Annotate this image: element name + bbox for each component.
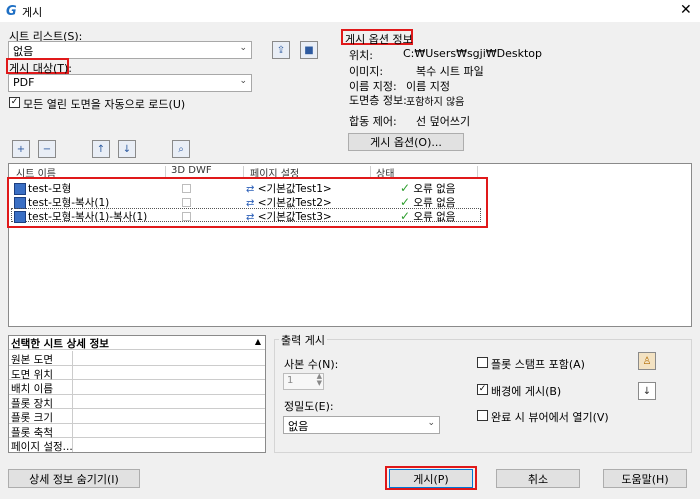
table-row[interactable]: test-모형-복사(1) [14,195,109,209]
3d-dwf-checkbox[interactable] [182,212,191,221]
open-viewer-checkbox[interactable] [477,410,488,421]
status-cell: ✓ 오류 없음 [400,195,455,209]
move-down-icon[interactable]: ↓ [118,140,136,158]
page-setup-cell[interactable]: ⇄ <기본값Test2> [246,195,332,209]
sheet-name: test-모형-복사(1)-복사(1) [28,211,148,223]
window-title: 게시 [22,6,43,19]
detail-row: 플롯 장치 [9,394,265,410]
load-sheet-list-icon[interactable]: ⇪ [272,41,290,59]
options-image-key: 이미지: [349,65,384,78]
status-value: 오류 없음 [413,211,456,223]
precision-label: 정밀도(E): [284,400,334,413]
table-row[interactable]: test-모형 [14,181,71,195]
options-layer-key: 도면층 정보: [349,94,407,107]
download-icon[interactable]: ↓ [638,382,656,400]
stepper-arrows-icon[interactable]: ▲ ▼ [317,373,322,387]
detail-divider [72,423,73,438]
publish-options-button[interactable]: 게시 옵션(O)... [348,133,464,151]
status-cell: ✓ 오류 없음 [400,209,455,223]
auto-load-checkbox[interactable]: ✓ [9,97,20,108]
title-bar [0,0,700,22]
preview-icon[interactable]: ⌕ [172,140,190,158]
sheet-list-value: 없음 [13,45,34,58]
move-up-icon[interactable]: ↑ [92,140,110,158]
background-publish-checkbox[interactable]: ✓ [477,384,488,395]
options-layer-value: 포함하지 않음 [406,97,465,108]
page-setup-value: <기본값Test1> [257,183,332,195]
options-naming-value: 이름 지정 [406,80,450,93]
detail-row[interactable]: 페이지 설정... [9,438,265,453]
open-viewer-label: 완료 시 뷰어에서 열기(V) [491,411,609,424]
table-row[interactable]: test-모형-복사(1)-복사(1) [14,209,147,223]
sheet-detail-title-text: 선택한 시트 상세 정보 [11,338,109,350]
publish-button[interactable]: 게시(P) [389,469,473,488]
precision-value: 없음 [288,420,309,433]
detail-row: 플롯 축척 [9,423,265,439]
options-location-key: 위치: [349,49,373,62]
sheet-detail-title[interactable]: 선택한 시트 상세 정보 ▲ [9,336,265,350]
detail-divider [72,351,73,365]
plot-stamp-checkbox[interactable] [477,357,488,368]
options-info-title: 게시 옵션 정보 [345,33,413,46]
background-publish-label: 배경에 게시(B) [491,385,562,398]
copies-label: 사본 수(N): [284,358,339,371]
status-cell: ✓ 오류 없음 [400,181,455,195]
detail-divider [72,438,73,452]
help-button[interactable]: 도움말(H) [603,469,687,488]
checkmark-icon: ✓ [400,209,411,223]
remove-sheets-icon[interactable]: − [38,140,56,158]
column-header-3d-dwf[interactable]: 3D DWF [171,165,212,176]
detail-row: 도면 위치 [9,365,265,381]
sheet-name: test-모형 [28,183,72,195]
chevron-down-icon: ⌄ [427,418,435,428]
sheet-list-dropdown[interactable]: 없음 ⌄ [8,41,252,59]
page-setup-cell[interactable]: ⇄ <기본값Test1> [246,181,332,195]
chevron-down-icon: ⌄ [239,76,247,86]
detail-row: 배치 이름 [9,380,265,395]
chevron-down-icon: ⌄ [239,43,247,53]
3d-dwf-checkbox[interactable] [182,184,191,193]
precision-dropdown[interactable]: 없음 ⌄ [283,416,440,434]
page-setup-cell[interactable]: ⇄ <기본값Test3> [246,209,332,223]
page-setup-icon: ⇄ [246,184,255,195]
detail-key: 페이지 설정... [11,441,73,453]
cancel-button[interactable]: 취소 [496,469,580,488]
detail-divider [72,409,73,423]
3d-dwf-checkbox[interactable] [182,198,191,207]
output-group-title: 출력 게시 [279,332,327,348]
detail-row: 원본 도면 [9,351,265,366]
add-sheets-icon[interactable]: + [12,140,30,158]
status-value: 오류 없음 [413,183,456,195]
detail-divider [72,380,73,394]
checkmark-icon: ✓ [400,195,411,209]
hide-details-button[interactable]: 상세 정보 숨기기(I) [8,469,140,488]
page-setup-icon: ⇄ [246,212,255,223]
save-sheet-list-icon[interactable]: ■ [300,41,318,59]
options-location-value: C:₩Users₩sgji₩Desktop [403,47,543,60]
options-merge-value: 선 덮어쓰기 [416,115,471,128]
close-icon[interactable]: ✕ [680,2,692,18]
copies-stepper[interactable]: 1 ▲ ▼ [283,373,324,390]
publish-target-value: PDF [13,76,35,89]
copies-value: 1 [287,375,294,386]
options-image-value: 복수 시트 파일 [416,65,484,78]
stamp-settings-icon[interactable]: ♙ [638,352,656,370]
detail-row: 플롯 크기 [9,409,265,424]
publish-target-dropdown[interactable]: PDF ⌄ [8,74,252,92]
sheet-icon [14,211,26,223]
sheet-icon [14,183,26,195]
checkmark-icon: ✓ [400,181,411,195]
page-setup-value: <기본값Test3> [257,211,332,223]
plot-stamp-label: 플롯 스탬프 포함(A) [491,358,585,371]
detail-divider [72,365,73,380]
app-logo-icon: G [6,4,17,19]
collapse-up-icon[interactable]: ▲ [255,337,261,346]
detail-divider [72,394,73,409]
auto-load-label: 모든 열린 도면을 자동으로 로드(U) [23,98,186,111]
options-merge-key: 합동 제어: [349,115,397,128]
